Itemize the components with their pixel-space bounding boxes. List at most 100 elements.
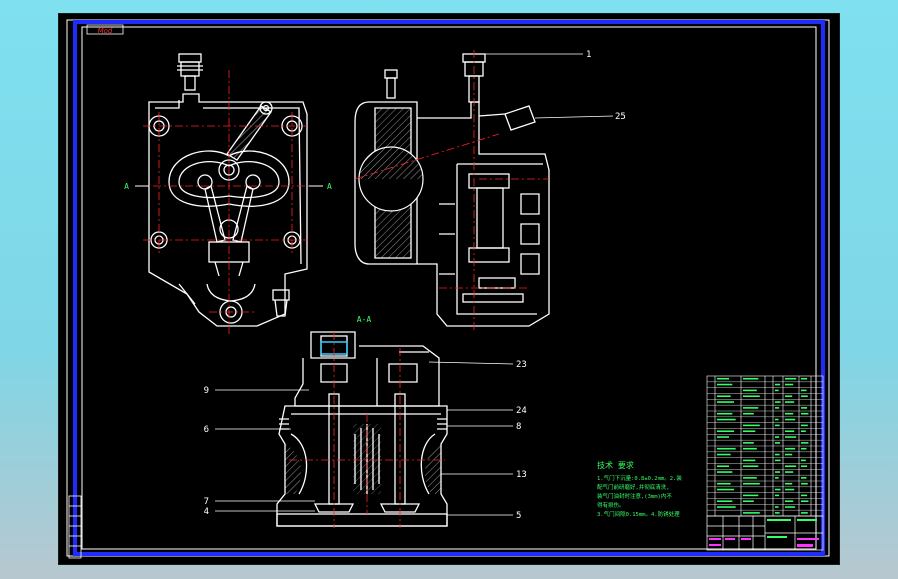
section-centerlines xyxy=(289,332,445,528)
parts-cell-mark xyxy=(775,471,781,473)
parts-cell-mark xyxy=(775,453,780,456)
notes-line-5: 3.气门间隙0.15mm。4.防锈处理 xyxy=(597,510,680,518)
callout-4: 4 xyxy=(204,507,209,517)
parts-cell-mark xyxy=(801,377,808,380)
parts-cell-mark xyxy=(785,418,796,421)
corner-tag: Mod xyxy=(98,27,113,35)
parts-cell-mark xyxy=(801,430,806,433)
parts-cell-mark xyxy=(801,512,808,514)
parts-cell-mark xyxy=(785,482,793,485)
right-wall-hatch xyxy=(425,444,441,494)
technical-notes: 技术 要求 1.气门下沉量:0.8±0.2mm。2.装 配气门前研磨好,并彻底清… xyxy=(597,460,682,518)
parts-cell-mark xyxy=(743,494,759,497)
callout-1: 1 xyxy=(586,50,591,60)
parts-cell-mark xyxy=(801,389,807,392)
parts-cell-mark xyxy=(743,477,757,479)
callout-6: 6 xyxy=(204,425,209,435)
parts-cell-mark xyxy=(775,418,779,421)
parts-cell-mark xyxy=(743,395,760,398)
parts-cell-mark xyxy=(717,430,734,433)
parts-cell-mark xyxy=(775,512,780,514)
parts-cell-mark xyxy=(775,477,779,479)
parts-cell-mark xyxy=(785,383,794,386)
parts-cell-mark xyxy=(801,477,807,479)
parts-cell-mark xyxy=(785,447,796,450)
parts-cell-mark xyxy=(775,407,780,409)
parts-cell-mark xyxy=(743,407,759,409)
notes-line-2: 配气门前研磨好,并彻底清洗, xyxy=(597,483,670,491)
parts-cell-mark xyxy=(801,395,808,398)
notes-line-3: 装气门油封时注意,(3mm)内不 xyxy=(597,492,672,500)
parts-cell-mark xyxy=(785,377,797,380)
parts-cell-mark xyxy=(717,506,736,508)
parts-cell-mark xyxy=(717,453,731,456)
parts-cell-mark xyxy=(785,506,796,508)
inner-frame xyxy=(81,26,817,550)
parts-cell-mark xyxy=(775,401,781,403)
parts-cell-mark xyxy=(743,465,759,468)
notes-line-1: 1.气门下沉量:0.8±0.2mm。2.装 xyxy=(597,474,682,482)
section-mark-right: A xyxy=(327,182,332,191)
callout-8: 8 xyxy=(516,422,521,432)
parts-cell-mark xyxy=(801,459,806,462)
parts-cell-mark xyxy=(717,383,733,386)
parts-cell-mark xyxy=(785,500,794,503)
parts-cell-mark xyxy=(775,389,779,392)
parts-cell-mark xyxy=(785,488,795,491)
parts-cell-mark xyxy=(743,512,760,514)
parts-cell-mark xyxy=(801,424,808,427)
parts-cell-mark xyxy=(717,471,733,473)
parts-cell-mark xyxy=(801,482,808,485)
parts-cell-mark xyxy=(717,436,729,438)
parts-cell-mark xyxy=(743,377,759,380)
section-cut-marks: A A xyxy=(124,182,332,191)
parts-cell-mark xyxy=(743,447,757,450)
callout-9: 9 xyxy=(204,386,209,396)
callout-5: 5 xyxy=(516,511,521,521)
parts-cell-mark xyxy=(785,453,793,456)
parts-cell-mark xyxy=(743,430,756,433)
parts-cell-mark xyxy=(717,488,734,491)
parts-cell-mark xyxy=(801,412,809,415)
parts-cell-mark xyxy=(743,500,754,503)
parts-cell-mark xyxy=(717,377,729,380)
callout-24: 24 xyxy=(516,406,527,416)
notes-line-4: 得有损伤。 xyxy=(597,501,625,509)
parts-cell-mark xyxy=(775,494,780,497)
parts-cell-mark xyxy=(775,442,781,444)
section-mark-left: A xyxy=(124,182,129,191)
parts-cell-mark xyxy=(743,389,757,392)
callout-13: 13 xyxy=(516,470,527,480)
parts-cell-mark xyxy=(717,401,734,403)
parts-cell-mark xyxy=(785,412,794,415)
parts-cell-mark xyxy=(785,401,795,403)
parts-cell-mark xyxy=(743,424,760,427)
drawing-sheet: Mod A A A-A 1 25 23 24 8 13 5 9 6 7 4 技术… xyxy=(59,14,839,564)
parts-cell-mark xyxy=(717,412,733,415)
callout-25: 25 xyxy=(615,112,626,122)
parts-cell-mark xyxy=(775,488,781,491)
cad-drawing: Mod A A A-A 1 25 23 24 8 13 5 9 6 7 4 技术… xyxy=(66,19,830,559)
parts-cell-mark xyxy=(785,436,797,438)
parts-cell-mark xyxy=(775,506,779,508)
parts-cell-mark xyxy=(775,424,780,427)
parts-cell-mark xyxy=(775,383,781,386)
parts-cell-mark xyxy=(743,412,754,415)
parts-cell-mark xyxy=(743,442,754,444)
parts-cell-mark xyxy=(775,436,780,438)
parts-cell-mark xyxy=(717,447,736,450)
parts-cell-mark xyxy=(801,407,808,409)
front-centerlines xyxy=(137,70,321,334)
parts-cell-mark xyxy=(717,465,729,468)
parts-cell-mark xyxy=(717,395,731,398)
parts-cell-mark xyxy=(743,482,760,485)
parts-cell-mark xyxy=(743,459,756,462)
parts-cell-mark xyxy=(717,418,736,421)
parts-cell-mark xyxy=(775,459,781,462)
parts-cell-mark xyxy=(717,500,733,503)
left-wall-hatch xyxy=(285,444,301,494)
parts-cell-mark xyxy=(717,482,731,485)
parts-cell-mark xyxy=(801,500,809,503)
parts-cell-mark xyxy=(801,442,809,444)
parts-cell-mark xyxy=(801,465,808,468)
